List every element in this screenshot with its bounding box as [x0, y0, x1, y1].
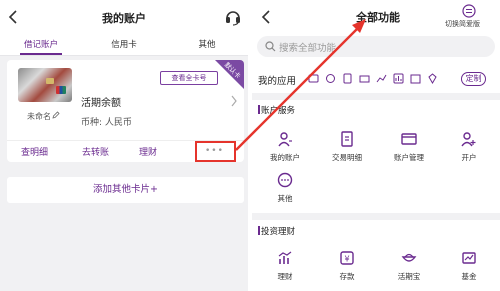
unionpay-logo-icon	[56, 86, 66, 94]
highlight-box	[195, 141, 236, 162]
func-wealth-management[interactable]: 理财	[254, 250, 316, 282]
func-label: 存款	[339, 272, 355, 281]
balance-label: 活期余额	[81, 98, 121, 109]
func-fund[interactable]: 基金	[438, 250, 500, 282]
func-label: 账户管理	[394, 153, 424, 162]
add-person-icon	[461, 132, 476, 147]
app-shortcut-icon[interactable]	[393, 73, 404, 84]
func-account-management[interactable]: 账户管理	[378, 131, 440, 163]
section-gap	[252, 93, 500, 100]
person-icon	[278, 132, 292, 147]
card-chip-icon	[46, 78, 54, 84]
app-shortcut-icon[interactable]	[359, 73, 370, 84]
fund-icon	[462, 252, 476, 264]
active-tab-indicator	[20, 53, 62, 55]
my-apps-label: 我的应用	[258, 76, 297, 87]
wealth-management-button[interactable]: 理财	[139, 145, 157, 158]
all-functions-screen: 全部功能 切换简爱版 搜索全部功能 我的应用 定制 账户服务 我的账户 交易明细…	[252, 0, 500, 291]
switch-version-label[interactable]: 切换简爱版	[445, 19, 480, 29]
section-title-account-services: 账户服务	[261, 106, 296, 116]
deposit-icon: ¥	[340, 251, 354, 265]
header-bar: 我的账户	[0, 0, 248, 34]
page-title: 我的账户	[102, 12, 146, 25]
search-icon	[265, 41, 276, 52]
app-shortcut-icon[interactable]	[342, 73, 353, 84]
tab-credit-card[interactable]: 信用卡	[83, 38, 165, 50]
view-details-button[interactable]: 查明细	[21, 145, 48, 158]
receipt-icon	[341, 131, 353, 147]
func-label: 其他	[277, 194, 293, 203]
app-shortcut-icon[interactable]	[376, 73, 387, 84]
add-other-card-button[interactable]: 添加其他卡片+	[7, 177, 244, 203]
show-full-number-button[interactable]: 查看全卡号	[160, 71, 218, 85]
func-deposit[interactable]: ¥ 存款	[316, 250, 378, 282]
card-manage-icon	[401, 133, 417, 145]
func-label: 理财	[277, 272, 293, 281]
func-label: 基金	[461, 272, 477, 281]
back-arrow-icon[interactable]	[260, 8, 274, 26]
currency-label: 币种: 人民币	[81, 118, 132, 128]
more-icon	[277, 172, 293, 188]
chart-icon	[278, 251, 292, 264]
func-open-account[interactable]: 开户	[438, 131, 500, 163]
card-nickname: 未命名	[27, 112, 51, 121]
section-gap	[252, 213, 500, 220]
func-label: 交易明细	[332, 153, 362, 162]
chevron-right-icon[interactable]	[230, 95, 238, 107]
func-current-treasure[interactable]: 活期宝	[378, 250, 440, 282]
section-marker	[258, 105, 260, 114]
func-my-account[interactable]: 我的账户	[254, 131, 316, 163]
tab-other[interactable]: 其他	[166, 38, 248, 50]
my-account-screen: 我的账户 借记账户 信用卡 其他 未命名 查看全卡号 默认卡 活期余额 币种: …	[0, 0, 248, 291]
tab-debit-account[interactable]: 借记账户	[0, 38, 82, 50]
app-shortcut-icon[interactable]	[325, 73, 336, 84]
search-placeholder: 搜索全部功能	[279, 43, 337, 54]
func-label: 开户	[461, 153, 477, 162]
customize-button[interactable]: 定制	[461, 72, 486, 86]
func-label: 活期宝	[397, 272, 421, 281]
section-marker	[258, 226, 260, 235]
edit-icon[interactable]	[52, 111, 60, 119]
svg-text:¥: ¥	[344, 255, 349, 264]
treasure-icon	[401, 253, 417, 262]
func-label: 我的账户	[270, 153, 300, 162]
app-shortcut-icon[interactable]	[410, 73, 421, 84]
switch-version-icon[interactable]	[462, 4, 476, 18]
page-title: 全部功能	[356, 11, 400, 24]
func-transaction-details[interactable]: 交易明细	[316, 131, 378, 163]
customer-service-icon[interactable]	[224, 8, 242, 26]
transfer-button[interactable]: 去转账	[82, 145, 109, 158]
section-title-investment: 投资理财	[261, 227, 296, 237]
func-other[interactable]: 其他	[254, 172, 316, 204]
bank-card-image	[18, 68, 72, 102]
search-input[interactable]: 搜索全部功能	[257, 36, 495, 57]
app-shortcut-icon[interactable]	[427, 73, 438, 84]
app-shortcut-icon[interactable]	[308, 73, 319, 84]
default-card-flag: 默认卡	[215, 60, 244, 89]
